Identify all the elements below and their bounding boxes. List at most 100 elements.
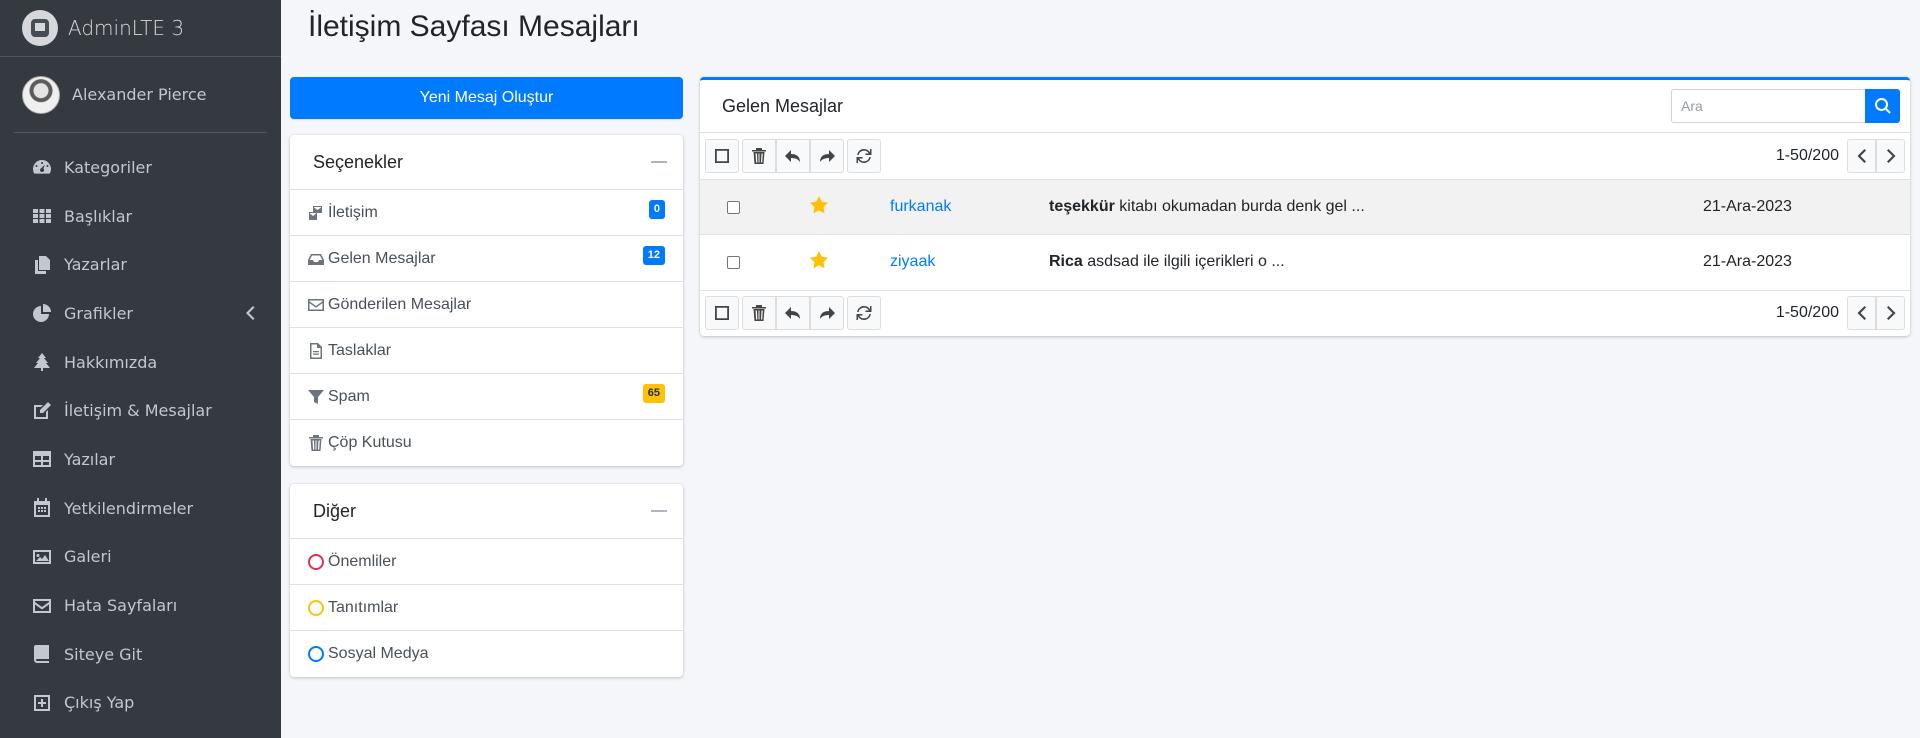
count-badge: 0 <box>648 200 665 219</box>
sidebar-nav: Kategoriler Başlıklar Yazarlar Grafikler… <box>0 143 281 727</box>
label-text: Önemliler <box>328 552 397 570</box>
book-icon <box>30 644 54 664</box>
forward-button[interactable] <box>810 296 844 330</box>
options-card: Seçenekler İletişim 0 Gelen Mesajlar 12 … <box>290 135 683 466</box>
table-row[interactable]: furkanak teşekkür kitabı okumadan burda … <box>700 179 1910 235</box>
compose-button[interactable]: Yeni Mesaj Oluştur <box>290 77 683 119</box>
row-star-cell <box>766 180 890 235</box>
search-input[interactable] <box>1671 89 1865 123</box>
edit-icon <box>30 401 54 421</box>
angle-left-icon[interactable] <box>245 305 255 321</box>
other-card-header: Diğer <box>290 484 683 539</box>
star-icon[interactable] <box>809 195 829 215</box>
folder-label: Taslaklar <box>328 341 392 359</box>
row-checkbox[interactable] <box>727 255 740 269</box>
refresh-button[interactable] <box>847 139 881 173</box>
sidebar-item-yetkilendirmeler[interactable]: Yetkilendirmeler <box>0 484 281 533</box>
prev-page-button[interactable] <box>1847 139 1876 173</box>
label-text: Tanıtımlar <box>328 598 399 616</box>
folder-gelen-mesajlar[interactable]: Gelen Mesajlar 12 <box>290 236 683 282</box>
envelope-icon <box>308 296 324 314</box>
label-onemliler[interactable]: Önemliler <box>290 539 683 585</box>
search-button[interactable] <box>1865 89 1900 123</box>
sidebar-item-galeri[interactable]: Galeri <box>0 533 281 582</box>
sidebar-item-label: Hakkımızda <box>64 352 158 372</box>
sender-name[interactable]: furkanak <box>890 180 1049 235</box>
inbox-icon <box>308 250 324 268</box>
reply-icon <box>785 150 800 162</box>
folder-label: İletişim <box>328 203 378 221</box>
square-icon <box>715 149 729 163</box>
mailbox-controls-bottom: 1-50/200 <box>700 289 1910 336</box>
collapse-icon[interactable] <box>651 510 667 512</box>
sidebar-item-cikis-yap[interactable]: Çıkış Yap <box>0 679 281 728</box>
inbox-header: Gelen Mesajlar <box>700 80 1910 133</box>
prev-page-button[interactable] <box>1847 296 1876 330</box>
other-card-title: Diğer <box>313 500 357 521</box>
sidebar-item-hakkimizda[interactable]: Hakkımızda <box>0 338 281 387</box>
chevron-right-icon <box>1886 306 1895 320</box>
user-panel[interactable]: Alexander Pierce <box>14 57 267 133</box>
label-tanitimlar[interactable]: Tanıtımlar <box>290 585 683 631</box>
tachometer-icon <box>30 157 54 177</box>
brand-link[interactable]: AdminLTE 3 <box>0 0 281 57</box>
chevron-right-icon <box>1886 149 1895 163</box>
sidebar-item-label: Yetkilendirmeler <box>64 498 194 518</box>
mail-bulk-icon <box>308 204 324 222</box>
star-icon[interactable] <box>809 250 829 270</box>
folder-taslaklar[interactable]: Taslaklar <box>290 328 683 374</box>
sender-name[interactable]: ziyaak <box>890 235 1049 290</box>
trash-icon <box>752 305 766 321</box>
mail-subject[interactable]: teşekkür kitabı okumadan burda denk gel … <box>1049 180 1703 235</box>
subject-rest: asdsad ile ilgili içerikleri o ... <box>1082 253 1285 271</box>
folder-spam[interactable]: Spam 65 <box>290 374 683 420</box>
collapse-icon[interactable] <box>651 161 667 163</box>
select-all-button[interactable] <box>705 296 739 330</box>
forward-button[interactable] <box>810 139 844 173</box>
row-checkbox[interactable] <box>727 200 740 214</box>
sidebar-item-grafikler[interactable]: Grafikler <box>0 289 281 338</box>
sidebar-item-label: Yazarlar <box>64 255 127 275</box>
next-page-button[interactable] <box>1876 139 1905 173</box>
next-page-button[interactable] <box>1876 296 1905 330</box>
row-check-cell <box>700 180 766 235</box>
row-star-cell <box>766 235 890 290</box>
select-all-button[interactable] <box>705 139 739 173</box>
sidebar-item-yazilar[interactable]: Yazılar <box>0 435 281 484</box>
share-icon <box>820 307 835 319</box>
subject-bold: Rica <box>1049 253 1083 271</box>
sidebar-item-label: Yazılar <box>64 449 116 469</box>
other-card: Diğer Önemliler Tanıtımlar Sosyal Medya <box>290 484 683 677</box>
trash-icon <box>752 148 766 164</box>
label-sosyal-medya[interactable]: Sosyal Medya <box>290 631 683 677</box>
calendar-icon <box>30 498 54 518</box>
delete-button[interactable] <box>742 139 776 173</box>
inbox-card: Gelen Mesajlar Ara 1-50/200 furkanak teş… <box>700 77 1910 336</box>
table-row[interactable]: ziyaak Rica asdsad ile ilgili içerikleri… <box>700 234 1910 290</box>
mail-subject[interactable]: Rica asdsad ile ilgili içerikleri o ... <box>1049 235 1703 290</box>
sidebar-item-yazarlar[interactable]: Yazarlar <box>0 240 281 289</box>
square-icon <box>715 306 729 320</box>
main-sidebar: AdminLTE 3 Alexander Pierce Kategoriler … <box>0 0 281 738</box>
folder-iletisim[interactable]: İletişim 0 <box>290 190 683 236</box>
user-name[interactable]: Alexander Pierce <box>72 85 206 104</box>
copy-icon <box>30 255 54 275</box>
count-badge: 12 <box>642 246 665 265</box>
filter-icon <box>308 388 324 406</box>
tool-buttons <box>705 139 881 173</box>
sidebar-item-basliklar[interactable]: Başlıklar <box>0 192 281 241</box>
delete-button[interactable] <box>742 296 776 330</box>
reply-button[interactable] <box>776 296 810 330</box>
refresh-button[interactable] <box>847 296 881 330</box>
search-group <box>1671 89 1900 123</box>
sidebar-item-iletisim-mesajlar[interactable]: İletişim & Mesajlar <box>0 386 281 435</box>
folder-gonderilen-mesajlar[interactable]: Gönderilen Mesajlar <box>290 282 683 328</box>
sidebar-item-label: İletişim & Mesajlar <box>64 401 212 421</box>
sync-icon <box>856 306 872 320</box>
sidebar-item-kategoriler[interactable]: Kategoriler <box>0 143 281 192</box>
sidebar-item-siteye-git[interactable]: Siteye Git <box>0 630 281 679</box>
folder-cop-kutusu[interactable]: Çöp Kutusu <box>290 420 683 466</box>
avatar <box>22 75 60 114</box>
reply-button[interactable] <box>776 139 810 173</box>
sidebar-item-hata-sayfalari[interactable]: Hata Sayfaları <box>0 581 281 630</box>
